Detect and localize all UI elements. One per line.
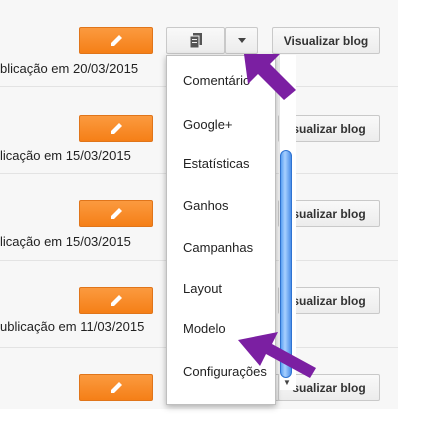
- pencil-icon: [111, 381, 122, 393]
- view-blog-button[interactable]: Visualizar blog: [272, 27, 380, 54]
- pencil-icon: [111, 207, 122, 219]
- pencil-icon: [111, 122, 122, 134]
- publication-date: licação em 15/03/2015: [0, 234, 131, 249]
- publication-date: ublicação em 11/03/2015: [0, 319, 145, 334]
- more-options-dropdown-button[interactable]: [225, 27, 258, 54]
- menu-item-comments[interactable]: Comentário: [183, 73, 250, 88]
- document-stack-icon: [189, 32, 202, 48]
- scroll-down-arrow-icon[interactable]: ▼: [283, 378, 291, 387]
- publication-date: blicação em 20/03/2015: [0, 61, 139, 76]
- menu-item-googleplus[interactable]: Google+: [183, 117, 233, 132]
- edit-post-button[interactable]: [79, 27, 153, 54]
- menu-item-settings[interactable]: Configurações: [183, 364, 267, 379]
- menu-item-template[interactable]: Modelo: [183, 321, 226, 336]
- menu-item-campaigns[interactable]: Campanhas: [183, 240, 253, 255]
- edit-post-button[interactable]: [79, 374, 153, 401]
- edit-post-button[interactable]: [79, 287, 153, 314]
- pencil-icon: [111, 294, 122, 306]
- menu-item-earnings[interactable]: Ganhos: [183, 198, 229, 213]
- menu-scrollbar-thumb[interactable]: [280, 150, 292, 378]
- menu-item-stats[interactable]: Estatísticas: [183, 156, 249, 171]
- menu-item-layout[interactable]: Layout: [183, 281, 222, 296]
- copy-button[interactable]: [166, 27, 225, 54]
- publication-date: licação em 15/03/2015: [0, 148, 131, 163]
- edit-post-button[interactable]: [79, 115, 153, 142]
- caret-down-icon: [237, 38, 246, 43]
- pencil-icon: [111, 34, 122, 46]
- edit-post-button[interactable]: [79, 200, 153, 227]
- blog-options-menu: Comentário Google+ Estatísticas Ganhos C…: [166, 55, 276, 405]
